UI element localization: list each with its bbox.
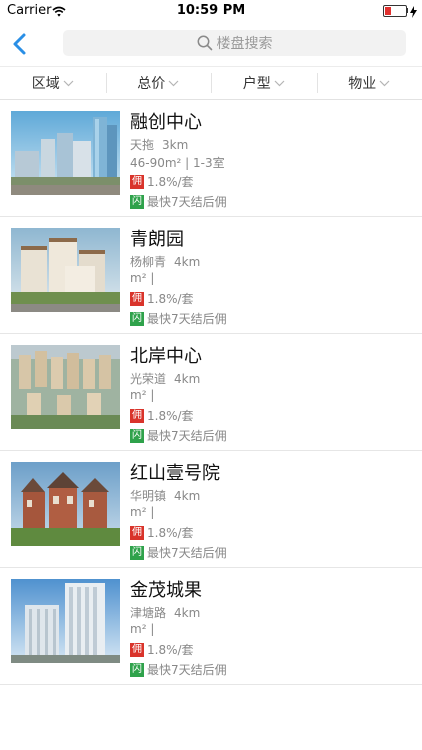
charging-bolt-icon bbox=[410, 3, 417, 22]
listing-spec: m² | bbox=[130, 505, 155, 519]
listing-commission: 佣 1.8%/套 bbox=[130, 524, 194, 541]
list-item[interactable]: 青朗园 杨柳青 4km m² | 佣 1.8%/套 闪 最快7天结后佣 bbox=[0, 217, 422, 334]
listing-spec: m² | bbox=[130, 622, 155, 636]
list-item[interactable]: 融创中心 天拖 3km 46-90m² | 1-3室 佣 1.8%/套 闪 最快7… bbox=[0, 100, 422, 217]
chevron-down-icon bbox=[379, 80, 390, 86]
commission-badge: 佣 bbox=[130, 174, 144, 189]
fast-badge: 闪 bbox=[130, 311, 144, 326]
listing-commission: 佣 1.8%/套 bbox=[130, 641, 194, 658]
search-input[interactable]: 楼盘搜索 bbox=[63, 30, 406, 56]
listing-distance: 4km bbox=[174, 489, 201, 503]
filter-price[interactable]: 总价 bbox=[105, 67, 212, 99]
list-item[interactable]: 红山壹号院 华明镇 4km m² | 佣 1.8%/套 闪 最快7天结后佣 bbox=[0, 451, 422, 568]
listing-location: 津塘路 4km bbox=[130, 604, 200, 621]
commission-badge: 佣 bbox=[130, 525, 144, 540]
listing-spec: m² | bbox=[130, 271, 155, 285]
building-thumbnail bbox=[11, 345, 120, 429]
commission-value: 1.8%/套 bbox=[147, 409, 194, 423]
list-item[interactable]: 金茂城果 津塘路 4km m² | 佣 1.8%/套 闪 最快7天结后佣 bbox=[0, 568, 422, 685]
fast-badge: 闪 bbox=[130, 194, 144, 209]
listing-title: 红山壹号院 bbox=[130, 463, 220, 484]
listing-title: 北岸中心 bbox=[130, 346, 202, 367]
filter-layout[interactable]: 户型 bbox=[211, 67, 317, 99]
building-thumbnail bbox=[11, 579, 120, 663]
fast-badge: 闪 bbox=[130, 662, 144, 677]
filter-label: 物业 bbox=[348, 76, 377, 92]
fast-badge: 闪 bbox=[130, 545, 144, 560]
listing-location: 天拖 3km bbox=[130, 136, 188, 153]
listing-commission: 佣 1.8%/套 bbox=[130, 290, 194, 307]
nav-bar: 楼盘搜索 bbox=[0, 22, 422, 66]
filter-label: 区域 bbox=[31, 76, 60, 92]
listing-title: 青朗园 bbox=[130, 229, 184, 250]
chevron-down-icon bbox=[168, 80, 179, 86]
listing-distance: 4km bbox=[174, 606, 201, 620]
listing-distance: 4km bbox=[174, 372, 201, 386]
listing-area: 光荣道 bbox=[130, 372, 167, 386]
listing-fast-settlement: 闪 最快7天结后佣 bbox=[130, 310, 227, 327]
listing-spec: 46-90m² | 1-3室 bbox=[130, 156, 225, 170]
filter-bar: 区域 总价 户型 物业 bbox=[0, 66, 422, 100]
filter-label: 户型 bbox=[242, 76, 271, 92]
listing-distance: 3km bbox=[162, 138, 189, 152]
fast-note: 最快7天结后佣 bbox=[147, 429, 227, 443]
listing-commission: 佣 1.8%/套 bbox=[130, 173, 194, 190]
clock: 10:59 PM bbox=[176, 3, 246, 18]
listing-area: 天拖 bbox=[130, 138, 155, 152]
listing-fast-settlement: 闪 最快7天结后佣 bbox=[130, 544, 227, 561]
filter-property[interactable]: 物业 bbox=[316, 67, 422, 99]
listing-title: 金茂城果 bbox=[130, 580, 202, 601]
fast-note: 最快7天结后佣 bbox=[147, 663, 227, 677]
battery-icon bbox=[383, 5, 407, 17]
chevron-left-icon bbox=[13, 33, 26, 55]
building-thumbnail bbox=[11, 462, 120, 546]
search-placeholder: 楼盘搜索 bbox=[216, 36, 273, 52]
commission-value: 1.8%/套 bbox=[147, 175, 194, 189]
fast-badge: 闪 bbox=[130, 428, 144, 443]
commission-badge: 佣 bbox=[130, 408, 144, 423]
listing-fast-settlement: 闪 最快7天结后佣 bbox=[130, 427, 227, 444]
listing-area: 华明镇 bbox=[130, 489, 167, 503]
commission-badge: 佣 bbox=[130, 291, 144, 306]
filter-region[interactable]: 区域 bbox=[0, 67, 106, 99]
list-item[interactable]: 北岸中心 光荣道 4km m² | 佣 1.8%/套 闪 最快7天结后佣 bbox=[0, 334, 422, 451]
listing-distance: 4km bbox=[174, 255, 201, 269]
search-icon bbox=[197, 35, 212, 51]
listing-area: 杨柳青 bbox=[130, 255, 167, 269]
fast-note: 最快7天结后佣 bbox=[147, 546, 227, 560]
building-thumbnail bbox=[11, 228, 120, 312]
commission-badge: 佣 bbox=[130, 642, 144, 657]
listing-location: 杨柳青 4km bbox=[130, 253, 200, 270]
listing-fast-settlement: 闪 最快7天结后佣 bbox=[130, 193, 227, 210]
listing-area: 津塘路 bbox=[130, 606, 167, 620]
chevron-down-icon bbox=[63, 80, 74, 86]
filter-label: 总价 bbox=[137, 76, 166, 92]
listing-spec: m² | bbox=[130, 388, 155, 402]
commission-value: 1.8%/套 bbox=[147, 643, 194, 657]
listing-commission: 佣 1.8%/套 bbox=[130, 407, 194, 424]
chevron-down-icon bbox=[274, 80, 285, 86]
fast-note: 最快7天结后佣 bbox=[147, 195, 227, 209]
commission-value: 1.8%/套 bbox=[147, 292, 194, 306]
commission-value: 1.8%/套 bbox=[147, 526, 194, 540]
building-thumbnail bbox=[11, 111, 120, 195]
listing-title: 融创中心 bbox=[130, 112, 202, 133]
listing-fast-settlement: 闪 最快7天结后佣 bbox=[130, 661, 227, 678]
status-bar: Carrier 10:59 PM bbox=[0, 0, 422, 22]
listing-list: 融创中心 天拖 3km 46-90m² | 1-3室 佣 1.8%/套 闪 最快7… bbox=[0, 100, 422, 685]
listing-location: 华明镇 4km bbox=[130, 487, 200, 504]
listing-location: 光荣道 4km bbox=[130, 370, 200, 387]
fast-note: 最快7天结后佣 bbox=[147, 312, 227, 326]
back-button[interactable] bbox=[8, 30, 34, 58]
